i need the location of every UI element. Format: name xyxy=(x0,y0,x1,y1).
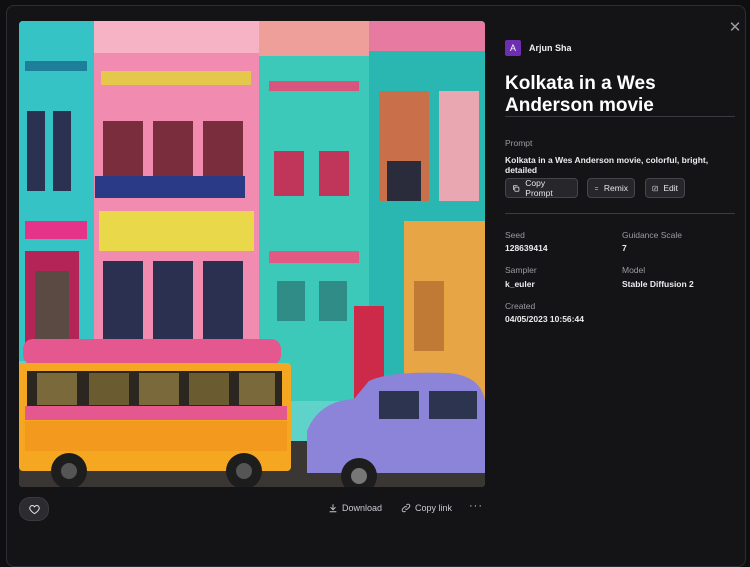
created-value: 04/05/2023 10:56:44 xyxy=(505,314,584,324)
edit-button[interactable]: Edit xyxy=(645,178,685,198)
guidance-scale-label: Guidance Scale xyxy=(622,230,683,240)
copy-link-label: Copy link xyxy=(415,503,453,513)
model-label: Model xyxy=(622,265,646,275)
copy-prompt-button[interactable]: Copy Prompt xyxy=(505,178,578,198)
prompt-text: Kolkata in a Wes Anderson movie, colorfu… xyxy=(505,155,709,175)
avatar: A xyxy=(505,40,521,56)
seed-label: Seed xyxy=(505,230,525,240)
more-options-button[interactable]: ··· xyxy=(469,500,483,512)
download-label: Download xyxy=(342,503,383,513)
remix-button[interactable]: Remix xyxy=(587,178,635,198)
copy-prompt-label: Copy Prompt xyxy=(525,178,553,198)
created-label: Created xyxy=(505,301,536,311)
like-button[interactable] xyxy=(19,497,49,521)
image-title: Kolkata in a Wes Anderson movie xyxy=(505,73,656,116)
link-icon xyxy=(401,503,411,513)
generated-image xyxy=(19,21,485,487)
author-name: Arjun Sha xyxy=(529,43,572,53)
details-divider xyxy=(505,213,735,214)
sampler-label: Sampler xyxy=(505,265,537,275)
copy-link-button[interactable]: Copy link xyxy=(401,503,452,513)
close-icon[interactable]: ✕ xyxy=(727,20,743,36)
edit-icon xyxy=(652,185,658,191)
remix-icon xyxy=(594,186,599,190)
edit-label: Edit xyxy=(663,183,678,193)
copy-icon xyxy=(513,184,520,192)
download-button[interactable]: Download xyxy=(328,503,382,513)
sampler-value: k_euler xyxy=(505,279,535,289)
remix-label: Remix xyxy=(603,183,628,193)
heart-icon xyxy=(28,504,40,514)
image-detail-modal: ✕ Download Copy link ··· A Arjun Sha Kol… xyxy=(6,5,746,567)
seed-value: 128639414 xyxy=(505,243,548,253)
title-divider xyxy=(505,116,735,117)
prompt-label: Prompt xyxy=(505,138,533,148)
author[interactable]: A Arjun Sha xyxy=(505,40,572,56)
guidance-scale-value: 7 xyxy=(622,243,627,253)
model-value: Stable Diffusion 2 xyxy=(622,279,694,289)
download-icon xyxy=(329,504,337,513)
